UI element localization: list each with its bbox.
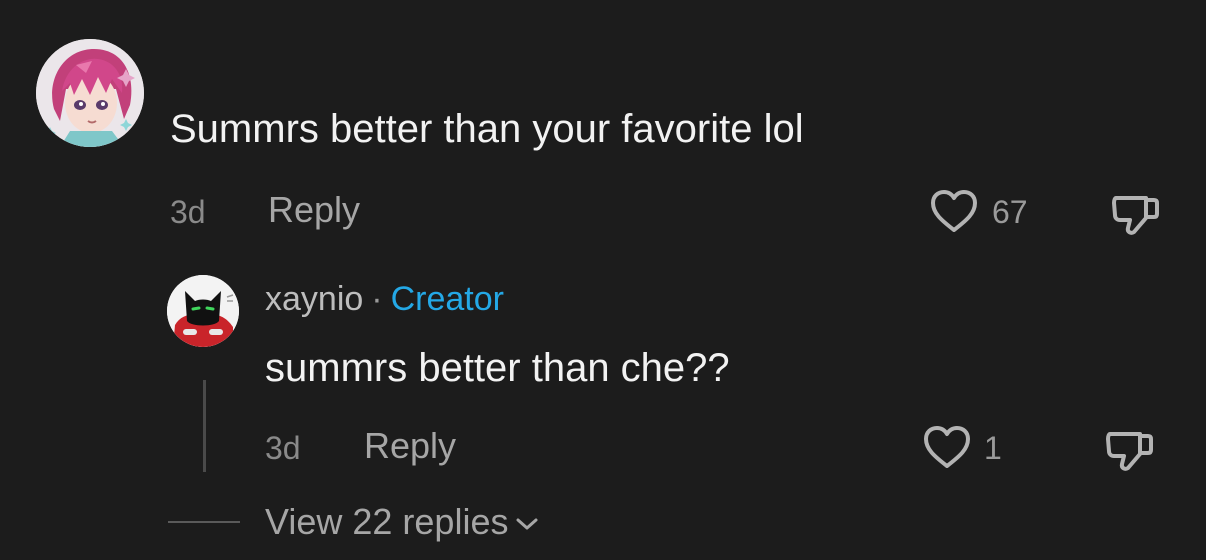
view-replies-divider xyxy=(168,521,240,523)
reply-dislike-button[interactable] xyxy=(1104,426,1154,474)
author-separator: · xyxy=(371,280,383,318)
thumbs-down-icon xyxy=(1106,432,1153,471)
anime-avatar-image xyxy=(36,39,144,147)
reply-like-button[interactable] xyxy=(922,424,972,470)
black-cat-avatar-image xyxy=(167,275,239,347)
reply-reply-button[interactable]: Reply xyxy=(364,424,456,468)
creator-avatar[interactable] xyxy=(167,275,239,347)
like-count: 67 xyxy=(992,194,1028,230)
commenter-avatar[interactable] xyxy=(36,39,144,147)
view-replies-label: View 22 replies xyxy=(265,501,509,542)
thumbs-down-icon xyxy=(1112,196,1159,235)
reply-timestamp: 3d xyxy=(265,430,301,466)
dislike-button[interactable] xyxy=(1110,190,1160,238)
chevron-down-icon xyxy=(516,518,538,530)
view-replies-button[interactable]: View 22 replies xyxy=(265,500,540,544)
heart-icon xyxy=(931,190,977,232)
comment-text: Summrs better than your favorite lol xyxy=(170,107,804,151)
reply-author-line: xaynio · Creator xyxy=(265,278,504,320)
reply-button[interactable]: Reply xyxy=(268,188,360,232)
reply-text: summrs better than che?? xyxy=(265,346,730,390)
reply-author-name[interactable]: xaynio xyxy=(265,280,363,318)
heart-icon xyxy=(924,426,970,468)
like-button[interactable] xyxy=(929,188,979,234)
comment-timestamp: 3d xyxy=(170,194,206,230)
creator-badge: Creator xyxy=(390,280,504,318)
reply-like-count: 1 xyxy=(984,430,1002,466)
thread-line xyxy=(203,380,206,472)
